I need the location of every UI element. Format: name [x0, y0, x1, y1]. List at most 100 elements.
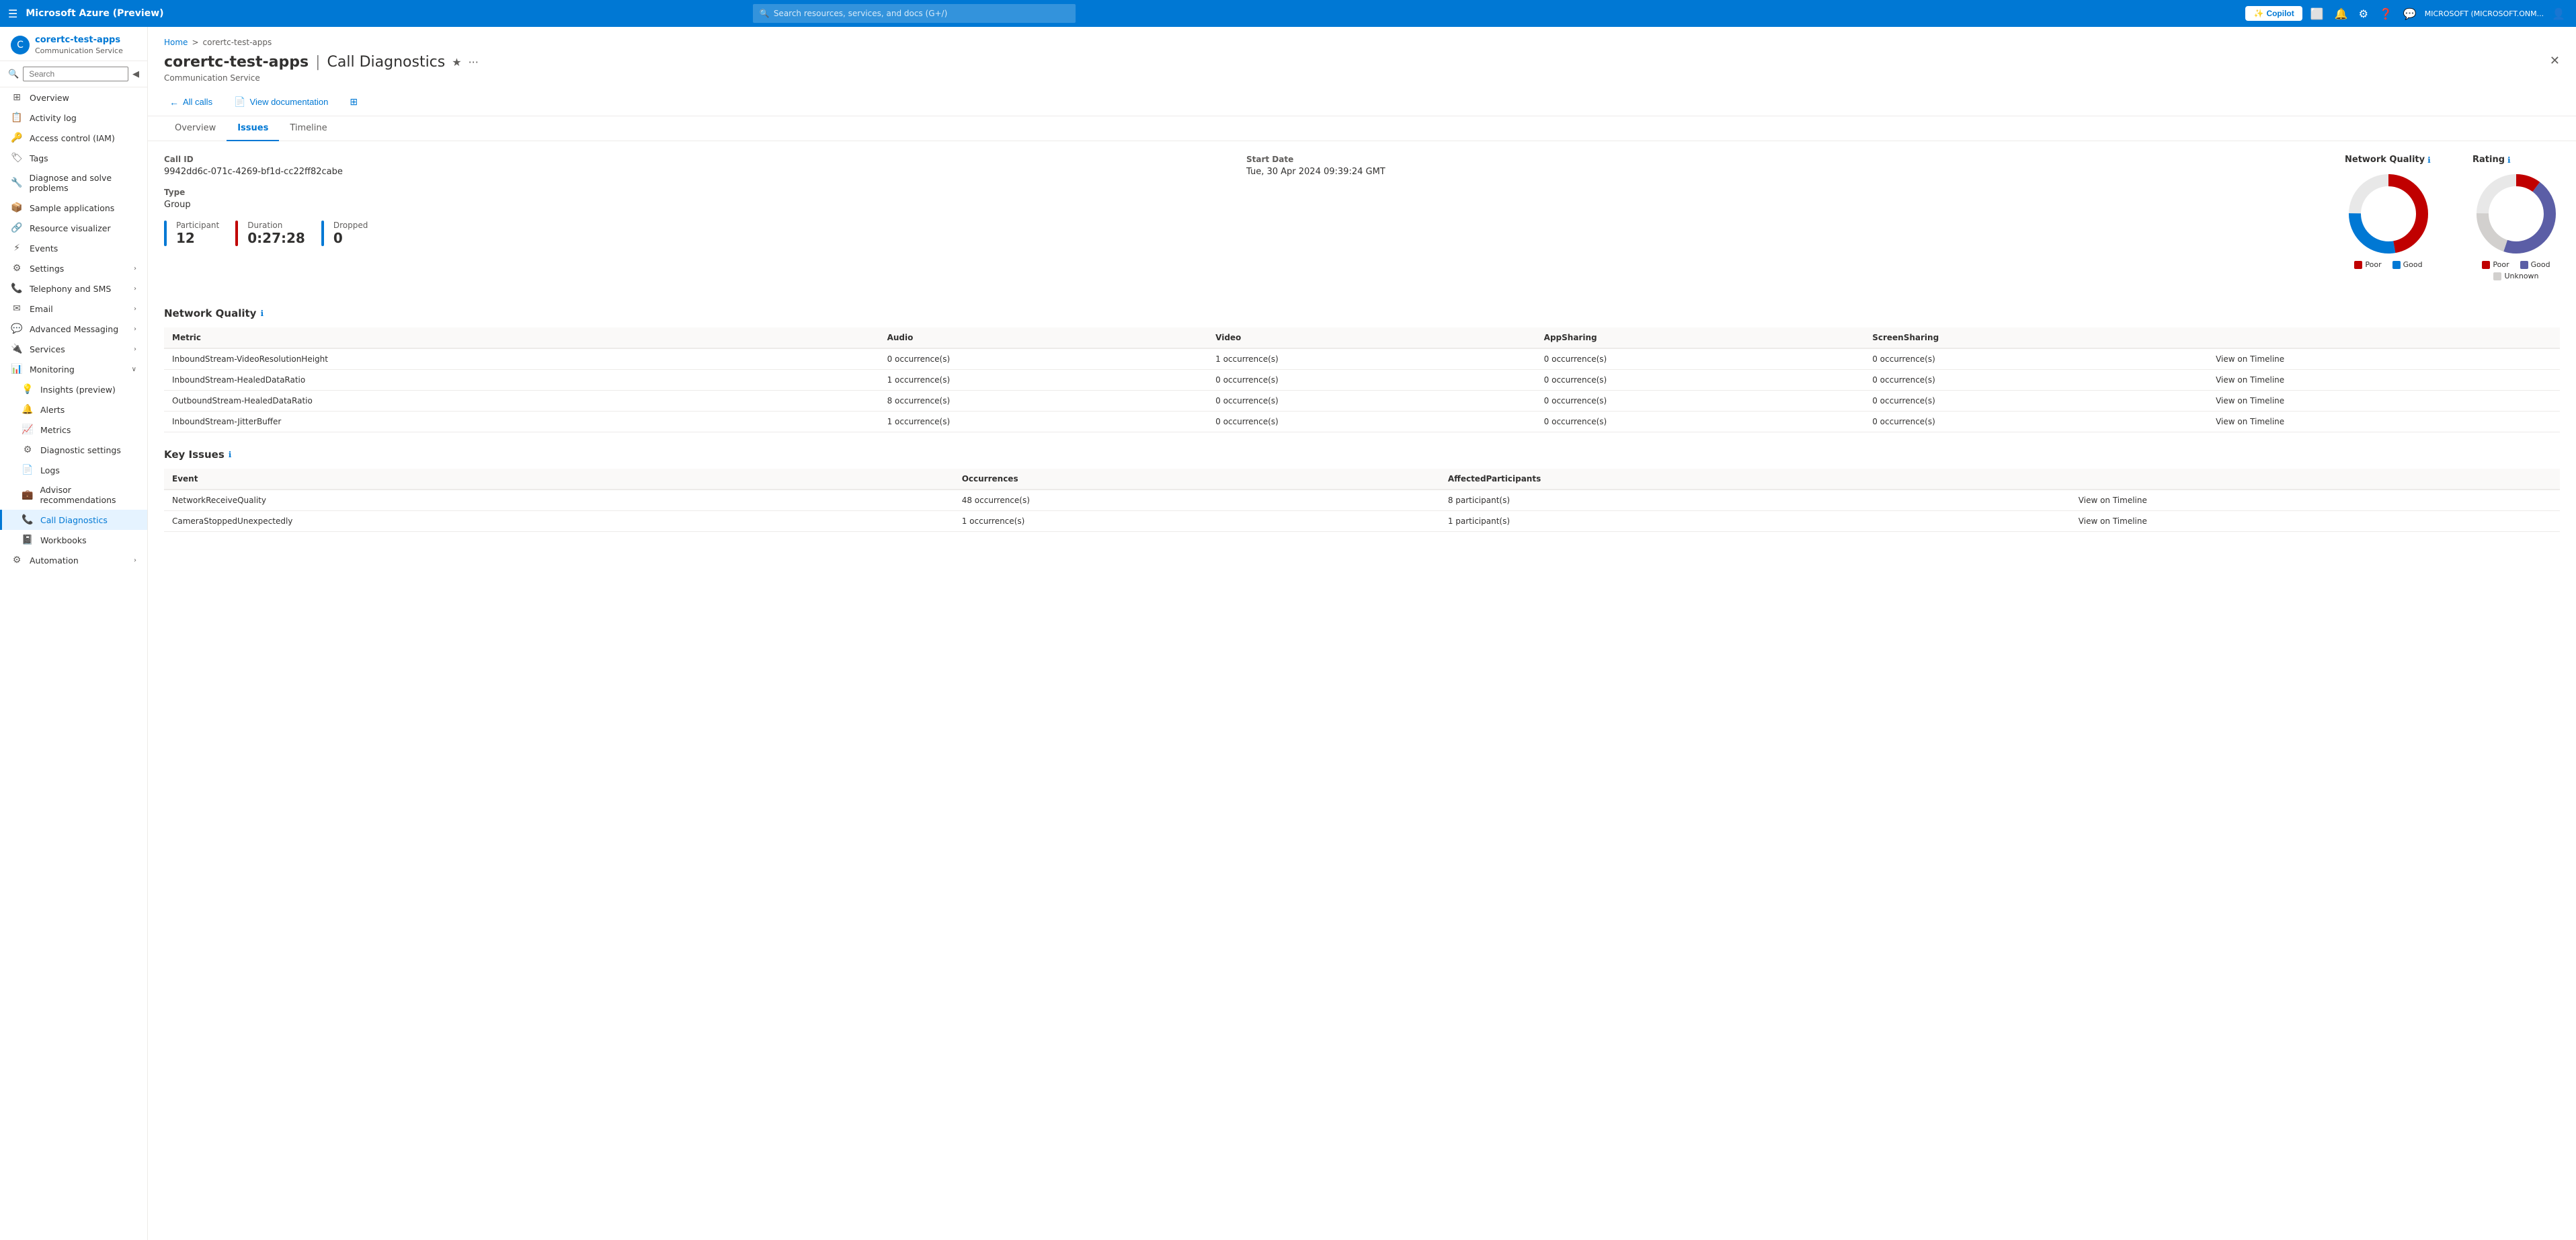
copilot-button[interactable]: ✨ Copilot [2245, 6, 2302, 21]
help-icon[interactable]: ❓ [2376, 5, 2395, 23]
notifications-icon[interactable]: 🔔 [2332, 5, 2351, 23]
grid-view-button[interactable]: ⊞ [344, 93, 363, 110]
collapse-icon[interactable]: ◀ [132, 69, 139, 79]
dropped-value: 0 [333, 230, 368, 246]
network-quality-section-info-icon[interactable]: ℹ [260, 309, 264, 318]
sidebar-item-advanced-messaging[interactable]: 💬 Advanced Messaging › [0, 319, 147, 339]
sidebar-item-logs[interactable]: 📄 Logs [0, 460, 147, 480]
sidebar-label-email: Email [30, 304, 53, 314]
stat-participant: Participant 12 [164, 221, 219, 246]
sidebar-label-alerts: Alerts [40, 405, 65, 415]
sidebar-label-resource-viz: Resource visualizer [30, 223, 111, 233]
view-timeline-ki-link[interactable]: View on Timeline [2070, 511, 2560, 532]
event-cell: NetworkReceiveQuality [164, 490, 954, 511]
sidebar-item-monitoring[interactable]: 📊 Monitoring ∨ [0, 359, 147, 379]
rating-poor-dot [2482, 261, 2490, 269]
view-timeline-link[interactable]: View on Timeline [2208, 412, 2560, 432]
more-options-icon[interactable]: ··· [469, 56, 479, 69]
breadcrumb: Home > corertc-test-apps [164, 38, 2560, 47]
diagnose-icon: 🔧 [11, 178, 22, 188]
resource-icon: C [11, 36, 30, 54]
start-date-value: Tue, 30 Apr 2024 09:39:24 GMT [1246, 167, 2318, 177]
metrics-icon: 📈 [22, 424, 34, 435]
breadcrumb-resource[interactable]: corertc-test-apps [203, 38, 272, 47]
sidebar-label-monitoring: Monitoring [30, 364, 75, 375]
sidebar-search-input[interactable] [23, 67, 128, 81]
appsharing-cell: 0 occurrence(s) [1536, 370, 1865, 391]
view-timeline-ki-link[interactable]: View on Timeline [2070, 490, 2560, 511]
feedback-icon[interactable]: 💬 [2401, 5, 2419, 23]
tab-overview[interactable]: Overview [164, 116, 227, 141]
sidebar-item-access-control[interactable]: 🔑 Access control (IAM) [0, 128, 147, 148]
favorite-star-icon[interactable]: ★ [452, 56, 461, 69]
view-timeline-link[interactable]: View on Timeline [2208, 348, 2560, 370]
poor-legend-label: Poor [2365, 260, 2381, 269]
grid-icon: ⊞ [350, 96, 358, 108]
chevron-right-icon: › [134, 265, 136, 272]
user-account[interactable]: MICROSOFT (MICROSOFT.ONM... [2425, 9, 2544, 18]
ki-col-affected: AffectedParticipants [1440, 469, 2070, 490]
appsharing-cell: 0 occurrence(s) [1536, 391, 1865, 412]
sidebar-label-insights: Insights (preview) [40, 385, 116, 395]
table-row: CameraStoppedUnexpectedly 1 occurrence(s… [164, 511, 2560, 532]
sidebar-item-email[interactable]: ✉ Email › [0, 299, 147, 319]
sidebar-item-insights[interactable]: 💡 Insights (preview) [0, 379, 147, 399]
view-timeline-link[interactable]: View on Timeline [2208, 370, 2560, 391]
rating-info-icon[interactable]: ℹ [2507, 155, 2511, 165]
sidebar-item-metrics[interactable]: 📈 Metrics [0, 420, 147, 440]
sidebar-item-telephony[interactable]: 📞 Telephony and SMS › [0, 278, 147, 299]
breadcrumb-home[interactable]: Home [164, 38, 188, 47]
breadcrumb-separator: > [192, 38, 198, 47]
sidebar-item-advisor[interactable]: 💼 Advisor recommendations [0, 480, 147, 510]
settings-nav-icon: ⚙ [11, 263, 23, 274]
tab-timeline[interactable]: Timeline [279, 116, 337, 141]
col-action [2208, 327, 2560, 348]
sidebar-label-call-diagnostics: Call Diagnostics [40, 515, 108, 525]
sidebar-item-settings[interactable]: ⚙ Settings › [0, 258, 147, 278]
close-button[interactable]: ✕ [2550, 54, 2560, 68]
metric-cell: InboundStream-JitterBuffer [164, 412, 879, 432]
back-to-all-calls-button[interactable]: ← All calls [164, 94, 218, 110]
start-date-section: Start Date Tue, 30 Apr 2024 09:39:24 GMT [1246, 155, 2318, 177]
global-search[interactable]: 🔍 Search resources, services, and docs (… [753, 4, 1076, 23]
call-id-label: Call ID [164, 155, 1236, 164]
key-issues-section: Key Issues ℹ Event Occurrences AffectedP… [164, 449, 2560, 532]
key-issues-info-icon[interactable]: ℹ [229, 450, 232, 459]
sidebar-item-call-diagnostics[interactable]: 📞 Call Diagnostics [0, 510, 147, 530]
sidebar-item-diagnostic-settings[interactable]: ⚙ Diagnostic settings [0, 440, 147, 460]
key-issues-table: Event Occurrences AffectedParticipants N… [164, 469, 2560, 532]
appsharing-cell: 0 occurrence(s) [1536, 348, 1865, 370]
sidebar-item-overview[interactable]: ⊞ Overview [0, 87, 147, 108]
sidebar-item-activity-log[interactable]: 📋 Activity log [0, 108, 147, 128]
view-timeline-link[interactable]: View on Timeline [2208, 391, 2560, 412]
sidebar-item-diagnose[interactable]: 🔧 Diagnose and solve problems [0, 168, 147, 198]
sidebar-label-services: Services [30, 344, 65, 354]
resource-name: corertc-test-apps [35, 35, 123, 45]
automation-icon: ⚙ [11, 555, 23, 566]
sidebar-item-workbooks[interactable]: 📓 Workbooks [0, 530, 147, 550]
view-documentation-button[interactable]: 📄 View documentation [229, 93, 333, 110]
sidebar-item-services[interactable]: 🔌 Services › [0, 339, 147, 359]
sidebar-item-tags[interactable]: 🏷 Tags [0, 148, 147, 168]
portal-icon[interactable]: ⬜ [2308, 5, 2327, 23]
duration-label: Duration [247, 221, 305, 230]
network-quality-info-icon[interactable]: ℹ [2427, 155, 2431, 165]
sidebar-item-events[interactable]: ⚡ Events [0, 238, 147, 258]
resource-subtitle: Communication Service [164, 73, 479, 83]
sidebar-item-automation[interactable]: ⚙ Automation › [0, 550, 147, 570]
sidebar-item-resource-viz[interactable]: 🔗 Resource visualizer [0, 218, 147, 238]
settings-icon[interactable]: ⚙ [2356, 5, 2371, 23]
sidebar-label-overview: Overview [30, 93, 69, 103]
sidebar-item-sample-apps[interactable]: 📦 Sample applications [0, 198, 147, 218]
hamburger-menu[interactable]: ☰ [8, 7, 17, 20]
search-icon: 🔍 [8, 69, 19, 79]
ki-col-occurrences: Occurrences [954, 469, 1440, 490]
resource-header: C corertc-test-apps Communication Servic… [0, 27, 147, 61]
network-quality-table: Metric Audio Video AppSharing ScreenShar… [164, 327, 2560, 432]
avatar[interactable]: 👤 [2549, 5, 2568, 23]
sidebar-item-alerts[interactable]: 🔔 Alerts [0, 399, 147, 420]
table-row: OutboundStream-HealedDataRatio 8 occurre… [164, 391, 2560, 412]
metric-cell: InboundStream-VideoResolutionHeight [164, 348, 879, 370]
tab-issues[interactable]: Issues [227, 116, 279, 141]
audio-cell: 8 occurrence(s) [879, 391, 1208, 412]
